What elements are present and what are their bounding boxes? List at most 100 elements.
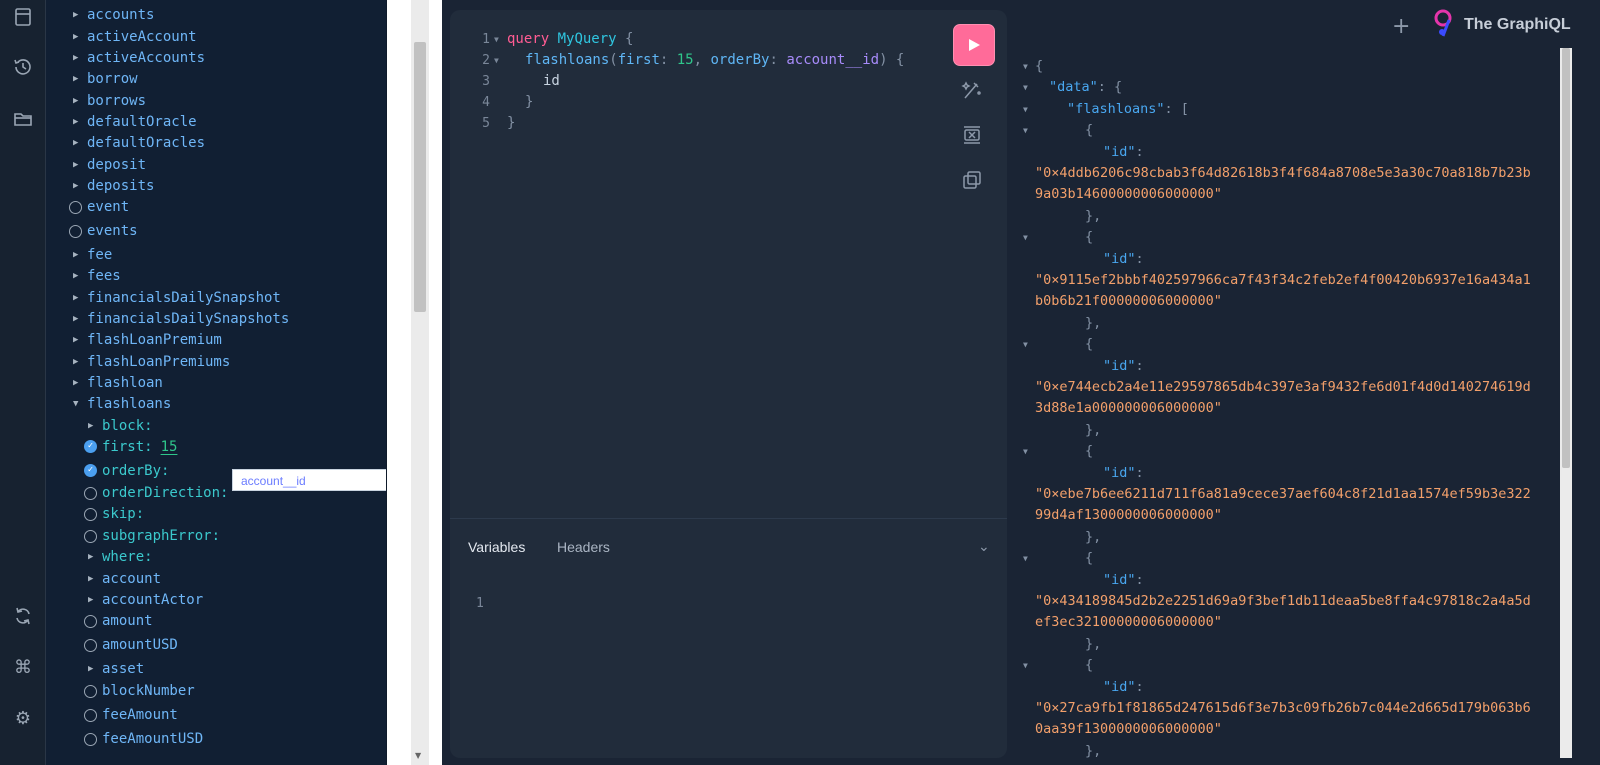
- explorer-item-subgrapherror[interactable]: subgraphError:: [84, 526, 220, 547]
- unchecked-circle-icon[interactable]: [84, 733, 97, 746]
- results-viewer[interactable]: ▼{▼ "data": {▼ "flashloans": [▼{"id": "0×4d…: [1017, 40, 1562, 765]
- explorer-item-orderdirection[interactable]: orderDirection:: [84, 483, 228, 504]
- explorer-item-deposits[interactable]: ▶ deposits: [73, 176, 154, 197]
- explorer-item-feeamountusd[interactable]: feeAmountUSD: [84, 729, 203, 750]
- orderby-enum-input[interactable]: account__id: [232, 469, 386, 491]
- explorer-item-financialsdailysnapshots[interactable]: ▶ financialsDailySnapshots: [73, 309, 289, 330]
- checked-circle-icon[interactable]: ✓: [84, 464, 97, 477]
- caret-right-icon[interactable]: ▶: [73, 330, 81, 351]
- unchecked-circle-icon[interactable]: [84, 487, 97, 500]
- caret-right-icon[interactable]: ▶: [73, 373, 81, 394]
- caret-right-icon[interactable]: ▶: [73, 112, 81, 133]
- refresh-icon[interactable]: [12, 605, 34, 627]
- caret-right-icon[interactable]: ▶: [88, 547, 96, 568]
- query-editor[interactable]: 1 ▼ query MyQuery { 2 ▼ flashloans(first…: [450, 10, 1007, 758]
- fold-arrow-icon[interactable]: ▼: [1023, 99, 1028, 120]
- explorer-item-deposit[interactable]: ▶ deposit: [73, 155, 146, 176]
- prettify-magic-wand-icon[interactable]: [960, 78, 984, 102]
- explorer-item-flashloanpremiums[interactable]: ▶ flashLoanPremiums: [73, 352, 230, 373]
- fold-arrow-icon[interactable]: ▼: [1023, 120, 1028, 141]
- explorer-item-flashloan[interactable]: ▶ flashloan: [73, 373, 163, 394]
- explorer-item-event[interactable]: event: [69, 197, 129, 218]
- merge-fragments-icon[interactable]: [960, 123, 984, 147]
- explorer-item-accounts[interactable]: ▶ accounts: [73, 5, 154, 26]
- unchecked-circle-icon[interactable]: [69, 201, 82, 214]
- caret-right-icon[interactable]: ▶: [73, 309, 81, 330]
- fold-arrow-icon[interactable]: ▼: [1023, 56, 1028, 77]
- docs-icon[interactable]: [12, 6, 34, 28]
- caret-down-icon[interactable]: ▼: [73, 394, 81, 415]
- caret-right-icon[interactable]: ▶: [88, 416, 96, 437]
- fold-arrow-icon[interactable]: ▼: [1023, 334, 1028, 355]
- explorer-item-defaultoracles[interactable]: ▶ defaultOracles: [73, 133, 205, 154]
- explorer-item-amount[interactable]: amount: [84, 611, 153, 632]
- checked-circle-icon[interactable]: ✓: [84, 440, 97, 453]
- scrollbar-thumb[interactable]: [1562, 48, 1570, 468]
- fold-arrow-icon[interactable]: ▼: [1023, 77, 1028, 98]
- caret-right-icon[interactable]: ▶: [73, 155, 81, 176]
- explorer-folder-icon[interactable]: [12, 108, 34, 130]
- caret-right-icon[interactable]: ▶: [73, 69, 81, 90]
- history-icon[interactable]: [12, 56, 34, 78]
- explorer-item-account[interactable]: ▶ account: [88, 569, 161, 590]
- explorer-item-asset[interactable]: ▶ asset: [88, 659, 144, 680]
- run-query-button[interactable]: [953, 24, 995, 66]
- tab-variables[interactable]: Variables: [468, 539, 525, 555]
- unchecked-circle-icon[interactable]: [84, 530, 97, 543]
- caret-right-icon[interactable]: ▶: [88, 590, 96, 611]
- fold-arrow-icon[interactable]: ▼: [1023, 227, 1028, 248]
- explorer-item-events[interactable]: events: [69, 221, 138, 242]
- explorer-item-amountusd[interactable]: amountUSD: [84, 635, 178, 656]
- add-tab-plus-icon[interactable]: +: [1392, 14, 1410, 39]
- explorer-item-skip[interactable]: skip:: [84, 504, 144, 525]
- explorer-item-financialsdailysnapshot[interactable]: ▶ financialsDailySnapshot: [73, 288, 281, 309]
- fold-arrow-icon[interactable]: ▼: [494, 50, 499, 71]
- fold-arrow-icon[interactable]: ▼: [1023, 441, 1028, 462]
- fold-arrow-icon[interactable]: ▼: [1023, 655, 1028, 676]
- explorer-item-flashloans[interactable]: ▼ flashloans: [73, 394, 171, 415]
- explorer-item-activeaccounts[interactable]: ▶ activeAccounts: [73, 48, 205, 69]
- caret-right-icon[interactable]: ▶: [73, 245, 81, 266]
- caret-right-icon[interactable]: ▶: [73, 266, 81, 287]
- explorer-item-feeamount[interactable]: feeAmount: [84, 705, 178, 726]
- explorer-item-borrows[interactable]: ▶ borrows: [73, 91, 146, 112]
- caret-right-icon[interactable]: ▶: [73, 48, 81, 69]
- results-scrollbar[interactable]: [1560, 48, 1572, 758]
- explorer-scrollbar[interactable]: ▼: [411, 0, 429, 765]
- tab-headers[interactable]: Headers: [557, 539, 610, 555]
- chevron-down-icon[interactable]: ⌄: [978, 539, 990, 555]
- explorer-item-where[interactable]: ▶ where:: [88, 547, 153, 568]
- shortcuts-command-icon[interactable]: ⌘: [12, 656, 34, 678]
- unchecked-circle-icon[interactable]: [84, 685, 97, 698]
- unchecked-circle-icon[interactable]: [84, 639, 97, 652]
- caret-right-icon[interactable]: ▶: [73, 91, 81, 112]
- explorer-item-blocknumber[interactable]: blockNumber: [84, 681, 195, 702]
- caret-right-icon[interactable]: ▶: [73, 133, 81, 154]
- explorer-item-block[interactable]: ▶ block:: [88, 416, 153, 437]
- caret-right-icon[interactable]: ▶: [73, 176, 81, 197]
- explorer-item-orderby[interactable]: ✓ orderBy:: [84, 461, 169, 482]
- scrollbar-thumb[interactable]: [414, 42, 426, 312]
- explorer-item-defaultoracle[interactable]: ▶ defaultOracle: [73, 112, 197, 133]
- unchecked-circle-icon[interactable]: [84, 709, 97, 722]
- caret-right-icon[interactable]: ▶: [88, 659, 96, 680]
- caret-right-icon[interactable]: ▶: [73, 352, 81, 373]
- arg-value-input[interactable]: 15: [161, 439, 178, 455]
- copy-query-icon[interactable]: [960, 168, 984, 192]
- fold-arrow-icon[interactable]: ▼: [1023, 548, 1028, 569]
- settings-gear-icon[interactable]: ⚙: [12, 707, 34, 729]
- fold-arrow-icon[interactable]: ▼: [494, 29, 499, 50]
- caret-right-icon[interactable]: ▶: [88, 569, 96, 590]
- explorer-item-fees[interactable]: ▶ fees: [73, 266, 121, 287]
- explorer-item-borrow[interactable]: ▶ borrow: [73, 69, 138, 90]
- explorer-item-fee[interactable]: ▶ fee: [73, 245, 112, 266]
- explorer-item-activeaccount[interactable]: ▶ activeAccount: [73, 27, 197, 48]
- explorer-item-accountactor[interactable]: ▶ accountActor: [88, 590, 203, 611]
- caret-right-icon[interactable]: ▶: [73, 5, 81, 26]
- explorer-item-flashloanpremium[interactable]: ▶ flashLoanPremium: [73, 330, 222, 351]
- caret-right-icon[interactable]: ▶: [73, 288, 81, 309]
- caret-right-icon[interactable]: ▶: [73, 27, 81, 48]
- unchecked-circle-icon[interactable]: [84, 615, 97, 628]
- unchecked-circle-icon[interactable]: [69, 225, 82, 238]
- scroll-down-arrow-icon[interactable]: ▼: [415, 751, 421, 760]
